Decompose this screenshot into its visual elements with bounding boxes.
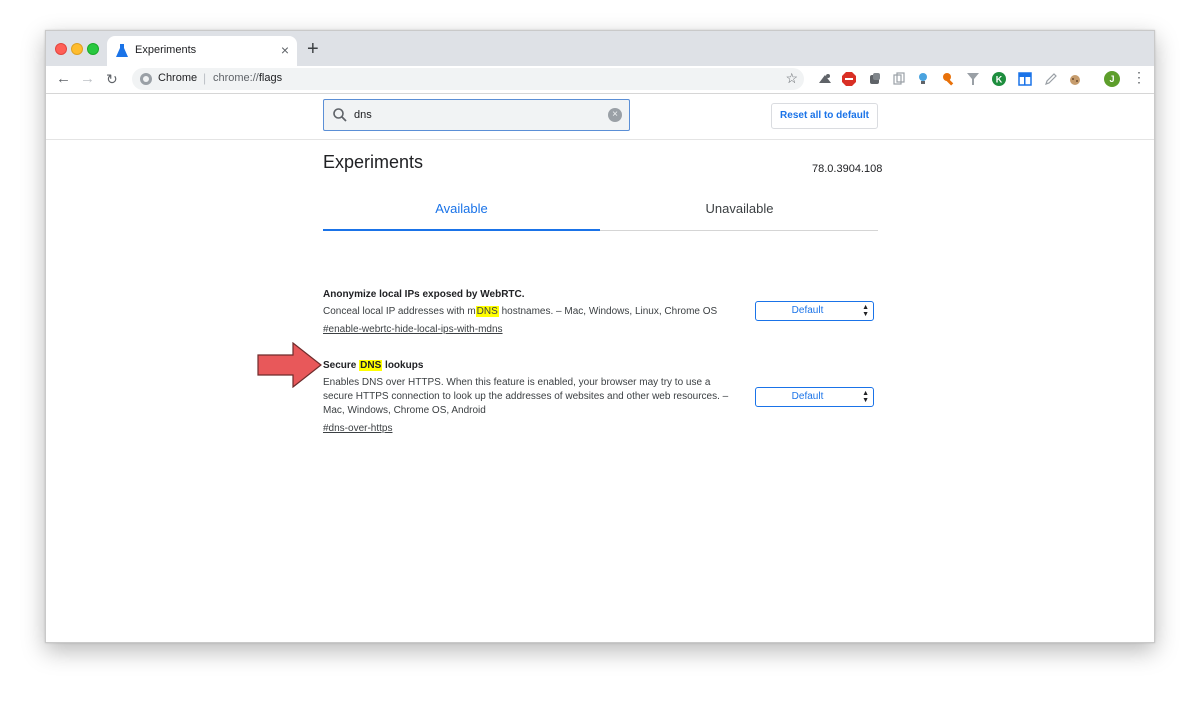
weather-icon[interactable] — [818, 72, 832, 86]
filter-icon[interactable] — [966, 72, 980, 86]
flag-description-text: hostnames. – Mac, Windows, Linux, Chrome… — [498, 306, 718, 317]
flag-description: Enables DNS over HTTPS. When this featur… — [323, 376, 743, 418]
clear-search-icon[interactable]: × — [608, 108, 622, 122]
flags-header: dns × Reset all to default — [46, 94, 1154, 140]
select-arrows-icon: ▲ ▼ — [862, 304, 869, 318]
address-bar[interactable]: Chrome | chrome://flags ☆ — [132, 68, 804, 90]
k-circle-icon[interactable]: K — [992, 72, 1006, 86]
flag-title-text: lookups — [382, 360, 424, 371]
flags-page: dns × Reset all to default Experiments 7… — [46, 94, 1154, 642]
flag-entry-secure-dns: Secure DNS lookups Enables DNS over HTTP… — [323, 359, 743, 436]
annotation-arrow-icon — [257, 342, 322, 388]
close-window-button[interactable] — [55, 43, 67, 55]
select-value: Default — [791, 305, 824, 316]
site-label: Chrome — [158, 72, 198, 84]
search-icon — [333, 108, 347, 122]
flag-description: Conceal local IP addresses with mDNS hos… — [323, 305, 743, 319]
forward-button[interactable]: → — [80, 70, 95, 88]
flag-description-text: Conceal local IP addresses with m — [323, 306, 476, 317]
toolbar: ← → ↻ Chrome | chrome://flags ☆ K J ⋮ — [46, 66, 1154, 94]
flag-description-text: Enables DNS over HTTPS. When this featur… — [323, 377, 729, 416]
tab-title: Experiments — [135, 44, 197, 56]
url-scheme: chrome:// — [213, 72, 259, 84]
chrome-page-icon — [140, 73, 152, 85]
svg-text:K: K — [996, 75, 1003, 85]
tab-available[interactable]: Available — [323, 194, 600, 231]
tab-experiments[interactable]: Experiments × — [107, 36, 297, 66]
cookie-icon[interactable] — [1068, 72, 1082, 86]
flag-state-select[interactable]: Default ▲ ▼ — [755, 301, 874, 321]
url-text[interactable]: chrome://flags — [213, 72, 282, 84]
select-arrows-icon: ▲ ▼ — [862, 390, 869, 404]
search-input[interactable]: dns × — [323, 99, 630, 131]
reload-button[interactable]: ↻ — [106, 70, 118, 88]
page-title: Experiments — [323, 152, 424, 172]
lightbulb-icon[interactable] — [916, 72, 930, 86]
flag-title: Secure DNS lookups — [323, 359, 743, 372]
omnibox-separator: | — [203, 71, 207, 85]
minimize-window-button[interactable] — [71, 43, 83, 55]
adblock-plus-icon[interactable] — [842, 72, 856, 86]
grid-app-icon[interactable] — [1018, 72, 1032, 86]
flask-icon — [116, 44, 128, 57]
url-path: flags — [258, 72, 283, 84]
search-value: dns — [354, 109, 372, 121]
pencil-icon[interactable] — [1044, 72, 1058, 86]
flag-state-select[interactable]: Default ▲ ▼ — [755, 387, 874, 407]
flag-anchor-link[interactable]: #dns-over-https — [323, 422, 392, 436]
new-tab-button[interactable]: + — [307, 37, 319, 61]
bookmark-star-icon[interactable]: ☆ — [785, 70, 798, 87]
maximize-window-button[interactable] — [87, 43, 99, 55]
flags-tabs: Available Unavailable — [323, 194, 878, 231]
back-button[interactable]: ← — [56, 70, 71, 88]
flag-title-text: Anonymize local IPs exposed by WebRTC. — [323, 289, 525, 300]
select-value: Default — [791, 391, 824, 402]
search-highlight: DNS — [359, 360, 383, 371]
copy-icon[interactable] — [892, 72, 906, 86]
extension-box-icon[interactable] — [868, 72, 882, 86]
flag-title-text: Secure — [323, 360, 360, 371]
tab-close-icon[interactable]: × — [281, 42, 289, 58]
browser-window: Experiments × + ← → ↻ Chrome | chrome://… — [45, 30, 1155, 643]
flag-entry-webrtc-mdns: Anonymize local IPs exposed by WebRTC. C… — [323, 288, 743, 337]
search-highlight: DNS — [475, 306, 499, 317]
profile-avatar[interactable]: J — [1104, 71, 1120, 87]
tab-strip: Experiments × + — [46, 31, 1154, 66]
flag-title: Anonymize local IPs exposed by WebRTC. — [323, 288, 743, 301]
reset-all-button[interactable]: Reset all to default — [771, 103, 878, 129]
wrench-icon[interactable] — [942, 72, 956, 86]
tab-unavailable[interactable]: Unavailable — [601, 194, 878, 230]
menu-dots-icon[interactable]: ⋮ — [1132, 69, 1146, 86]
version-label: 78.0.3904.108 — [812, 163, 883, 175]
flag-anchor-link[interactable]: #enable-webrtc-hide-local-ips-with-mdns — [323, 323, 503, 337]
